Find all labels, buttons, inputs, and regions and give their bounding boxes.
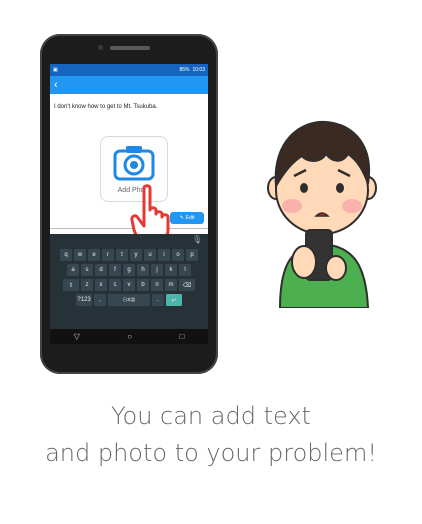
key[interactable]: g	[123, 264, 135, 276]
key[interactable]: k	[165, 264, 177, 276]
key[interactable]: a	[67, 264, 79, 276]
key[interactable]: u	[144, 249, 156, 261]
nav-recent-icon[interactable]: □	[179, 332, 184, 341]
key[interactable]: p	[186, 249, 198, 261]
key[interactable]: z	[81, 279, 93, 291]
app-bar: ‹	[50, 76, 208, 94]
enter-key-icon[interactable]: ↵	[166, 294, 182, 306]
key[interactable]: m	[165, 279, 177, 291]
status-bar: ▣ 85% 10:03	[50, 64, 208, 76]
nav-back-icon[interactable]: ▽	[74, 332, 80, 341]
key[interactable]: j	[151, 264, 163, 276]
front-camera	[98, 45, 103, 50]
edit-button-label: Edit	[185, 215, 195, 221]
status-time: 10:03	[192, 67, 205, 73]
key[interactable]: c	[109, 279, 121, 291]
caption-line-1: You can add text	[111, 402, 311, 430]
key[interactable]: d	[95, 264, 107, 276]
key[interactable]: y	[130, 249, 142, 261]
smartphone-illustration: ▣ 85% 10:03 ‹ I don't know how to get to…	[40, 34, 218, 374]
divider	[50, 228, 208, 229]
confused-person-illustration	[267, 120, 377, 308]
pencil-icon: ✎	[179, 215, 184, 221]
earpiece-speaker	[110, 46, 150, 50]
symbols-key[interactable]: ?123	[76, 294, 92, 306]
comma-key[interactable]: ,	[94, 294, 106, 306]
caption: You can add text and photo to your probl…	[0, 398, 422, 472]
space-key[interactable]: 日本語	[108, 294, 150, 306]
key[interactable]: e	[88, 249, 100, 261]
key[interactable]: x	[95, 279, 107, 291]
notification-icon: ▣	[53, 67, 58, 73]
nav-home-icon[interactable]: ○	[127, 332, 132, 341]
key[interactable]: i	[158, 249, 170, 261]
shift-key-icon[interactable]: ⇧	[63, 279, 79, 291]
key[interactable]: f	[109, 264, 121, 276]
android-nav-bar: ▽ ○ □	[50, 329, 208, 344]
key[interactable]: s	[81, 264, 93, 276]
key[interactable]: r	[102, 249, 114, 261]
key[interactable]: l	[179, 264, 191, 276]
on-screen-keyboard: 🎙 q w e r t y u i o p a s d f g h j k l …	[50, 234, 208, 329]
camera-icon	[113, 146, 155, 181]
caption-line-2: and photo to your problem!	[45, 439, 377, 467]
key[interactable]: t	[116, 249, 128, 261]
period-key[interactable]: .	[152, 294, 164, 306]
key[interactable]: b	[137, 279, 149, 291]
key[interactable]: h	[137, 264, 149, 276]
problem-text: I don't know how to get to Mt. Tsukuba.	[54, 104, 158, 110]
keyboard-row-1: q w e r t y u i o p	[50, 249, 208, 261]
problem-text-field[interactable]: I don't know how to get to Mt. Tsukuba.	[54, 104, 157, 110]
key[interactable]: q	[60, 249, 72, 261]
backspace-key-icon[interactable]: ⌫	[179, 279, 195, 291]
battery-indicator: 85%	[179, 67, 190, 73]
keyboard-row-3: ⇧ z x c v b n m ⌫	[50, 279, 208, 291]
microphone-icon[interactable]: 🎙	[192, 235, 202, 245]
key[interactable]: v	[123, 279, 135, 291]
key[interactable]: n	[151, 279, 163, 291]
key[interactable]: w	[74, 249, 86, 261]
key[interactable]: o	[172, 249, 184, 261]
keyboard-row-2: a s d f g h j k l	[50, 264, 208, 276]
phone-screen: ▣ 85% 10:03 ‹ I don't know how to get to…	[50, 64, 208, 344]
back-arrow-icon[interactable]: ‹	[54, 78, 58, 92]
keyboard-row-4: ?123 , 日本語 . ↵	[50, 294, 208, 306]
